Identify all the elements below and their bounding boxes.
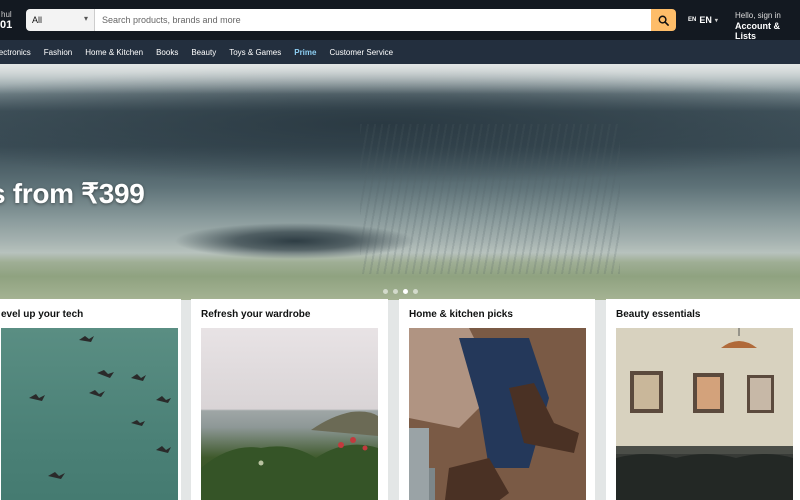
card-title: Refresh your wardrobe — [201, 309, 311, 320]
chevron-down-icon: ▾ — [83, 14, 88, 23]
card-title: Beauty essentials — [616, 309, 701, 320]
carousel-dot[interactable] — [383, 289, 388, 294]
deliver-line2: 01 — [0, 19, 13, 31]
category-nav: lectronics Fashion Home & Kitchen Books … — [0, 40, 800, 64]
search-button[interactable] — [651, 9, 676, 31]
hero-title: s from ₹399 — [0, 178, 145, 209]
nav-item-fashion[interactable]: Fashion — [44, 48, 72, 57]
search-icon — [658, 15, 669, 26]
category-card-tech[interactable]: evel up your tech — [0, 299, 181, 500]
account-greeting: Hello, sign in — [735, 11, 781, 20]
card-title: evel up your tech — [1, 309, 84, 320]
nav-item-home-kitchen[interactable]: Home & Kitchen — [85, 48, 143, 57]
card-image-boots[interactable] — [409, 328, 586, 500]
nav-item-customer-service[interactable]: Customer Service — [329, 48, 393, 57]
card-image-coast[interactable] — [201, 328, 378, 500]
coast-image — [201, 411, 378, 500]
top-navbar: hul 01 All ▾ EN EN ▾ Hello, sign in Acco… — [0, 0, 800, 41]
search-input[interactable] — [95, 9, 651, 31]
nav-item-books[interactable]: Books — [156, 48, 178, 57]
account-menu[interactable]: Hello, sign in Account & Lists — [735, 11, 800, 41]
nav-item-toys-games[interactable]: Toys & Games — [229, 48, 281, 57]
category-card-beauty[interactable]: Beauty essentials — [606, 299, 800, 500]
deliver-to-location[interactable]: hul 01 — [0, 9, 12, 31]
interior-image — [616, 328, 793, 500]
hero-rain — [360, 124, 620, 274]
search-category-label: All — [32, 15, 43, 25]
chevron-down-icon: ▾ — [714, 17, 718, 24]
nav-item-prime[interactable]: Prime — [294, 48, 316, 57]
carousel-dot[interactable] — [413, 289, 418, 294]
card-image-birds[interactable] — [1, 328, 178, 500]
category-card-fashion[interactable]: Refresh your wardrobe — [191, 299, 388, 500]
language-label: EN — [699, 15, 712, 25]
hero-banner[interactable]: s from ₹399 — [0, 64, 800, 300]
boots-image — [409, 328, 586, 500]
language-selector[interactable]: EN EN ▾ — [688, 15, 718, 25]
language-flag-icon: EN — [688, 17, 697, 23]
nav-item-electronics[interactable]: lectronics — [0, 48, 31, 57]
carousel-dot-active[interactable] — [403, 289, 408, 294]
search-category-select[interactable]: All ▾ — [26, 9, 95, 31]
carousel-dot[interactable] — [393, 289, 398, 294]
hero-sky — [0, 64, 800, 94]
card-image-interior[interactable] — [616, 328, 793, 500]
carousel-dots — [383, 289, 418, 294]
category-card-home-kitchen[interactable]: Home & kitchen picks — [399, 299, 595, 500]
birds-image — [29, 336, 171, 479]
search-bar: All ▾ — [26, 9, 676, 31]
nav-item-beauty[interactable]: Beauty — [191, 48, 216, 57]
card-title: Home & kitchen picks — [409, 309, 513, 320]
account-lists-label: Account & Lists — [735, 21, 780, 41]
